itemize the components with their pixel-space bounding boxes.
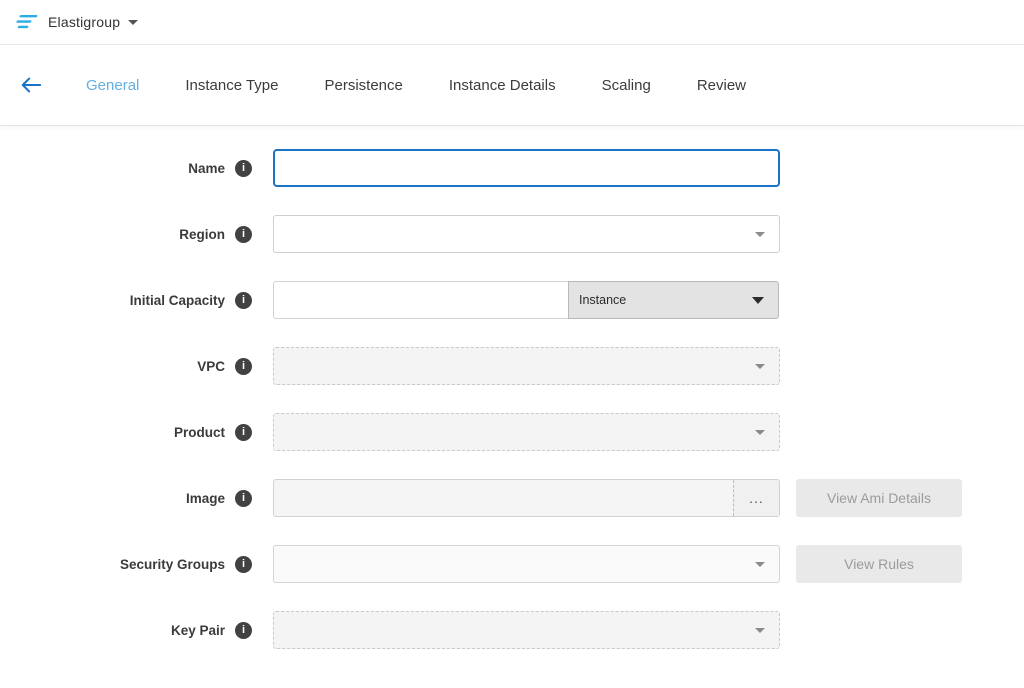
chevron-down-icon xyxy=(128,20,138,25)
security-groups-select[interactable] xyxy=(273,545,780,583)
tab-scaling[interactable]: Scaling xyxy=(602,77,651,94)
region-info-icon[interactable]: i xyxy=(235,226,252,243)
form-row-initial-capacity: Initial Capacity i Instance xyxy=(0,281,1024,319)
vpc-select[interactable] xyxy=(273,347,780,385)
chevron-down-icon xyxy=(755,232,765,237)
form-row-name: Name i xyxy=(0,149,1024,187)
product-info-icon[interactable]: i xyxy=(235,424,252,441)
region-select[interactable] xyxy=(273,215,780,253)
product-label: Product xyxy=(174,425,225,440)
tab-instance-details[interactable]: Instance Details xyxy=(449,77,556,94)
app-title: Elastigroup xyxy=(48,14,120,30)
wizard-tab-bar: General Instance Type Persistence Instan… xyxy=(0,45,1024,126)
image-browse-button[interactable]: ... xyxy=(733,480,779,516)
form-row-security-groups: Security Groups i View Rules xyxy=(0,545,1024,583)
back-button[interactable] xyxy=(16,70,46,100)
form-row-region: Region i xyxy=(0,215,1024,253)
image-field-value[interactable] xyxy=(274,480,733,516)
name-input[interactable] xyxy=(273,149,780,187)
top-bar: Elastigroup xyxy=(0,0,1024,45)
image-info-icon[interactable]: i xyxy=(235,490,252,507)
tab-general[interactable]: General xyxy=(86,77,139,94)
chevron-down-icon xyxy=(755,562,765,567)
tab-persistence[interactable]: Persistence xyxy=(325,77,403,94)
elastigroup-logo-icon xyxy=(16,13,38,31)
view-ami-details-button[interactable]: View Ami Details xyxy=(796,479,962,517)
chevron-down-icon xyxy=(755,430,765,435)
security-groups-label: Security Groups xyxy=(120,557,225,572)
product-select[interactable] xyxy=(273,413,780,451)
capacity-unit-select[interactable]: Instance xyxy=(568,281,779,319)
name-label: Name xyxy=(188,161,225,176)
security-groups-info-icon[interactable]: i xyxy=(235,556,252,573)
back-arrow-icon xyxy=(20,76,42,94)
form-row-key-pair: Key Pair i xyxy=(0,611,1024,649)
chevron-down-icon xyxy=(752,297,764,304)
chevron-down-icon xyxy=(755,628,765,633)
capacity-unit-value: Instance xyxy=(579,293,626,307)
key-pair-label: Key Pair xyxy=(171,623,225,638)
image-field: ... xyxy=(273,479,780,517)
initial-capacity-info-icon[interactable]: i xyxy=(235,292,252,309)
elastigroup-app-switcher[interactable]: Elastigroup xyxy=(16,13,138,31)
key-pair-info-icon[interactable]: i xyxy=(235,622,252,639)
tab-review[interactable]: Review xyxy=(697,77,746,94)
region-label: Region xyxy=(179,227,225,242)
general-form: Name i Region i Initial Capacity i Inst xyxy=(0,126,1024,649)
initial-capacity-input[interactable] xyxy=(273,281,569,319)
initial-capacity-label: Initial Capacity xyxy=(130,293,225,308)
wizard-tabs: General Instance Type Persistence Instan… xyxy=(86,77,746,94)
name-info-icon[interactable]: i xyxy=(235,160,252,177)
vpc-label: VPC xyxy=(197,359,225,374)
chevron-down-icon xyxy=(755,364,765,369)
view-rules-button[interactable]: View Rules xyxy=(796,545,962,583)
vpc-info-icon[interactable]: i xyxy=(235,358,252,375)
form-row-vpc: VPC i xyxy=(0,347,1024,385)
key-pair-select[interactable] xyxy=(273,611,780,649)
form-row-product: Product i xyxy=(0,413,1024,451)
form-row-image: Image i ... View Ami Details xyxy=(0,479,1024,517)
image-label: Image xyxy=(186,491,225,506)
tab-instance-type[interactable]: Instance Type xyxy=(185,77,278,94)
